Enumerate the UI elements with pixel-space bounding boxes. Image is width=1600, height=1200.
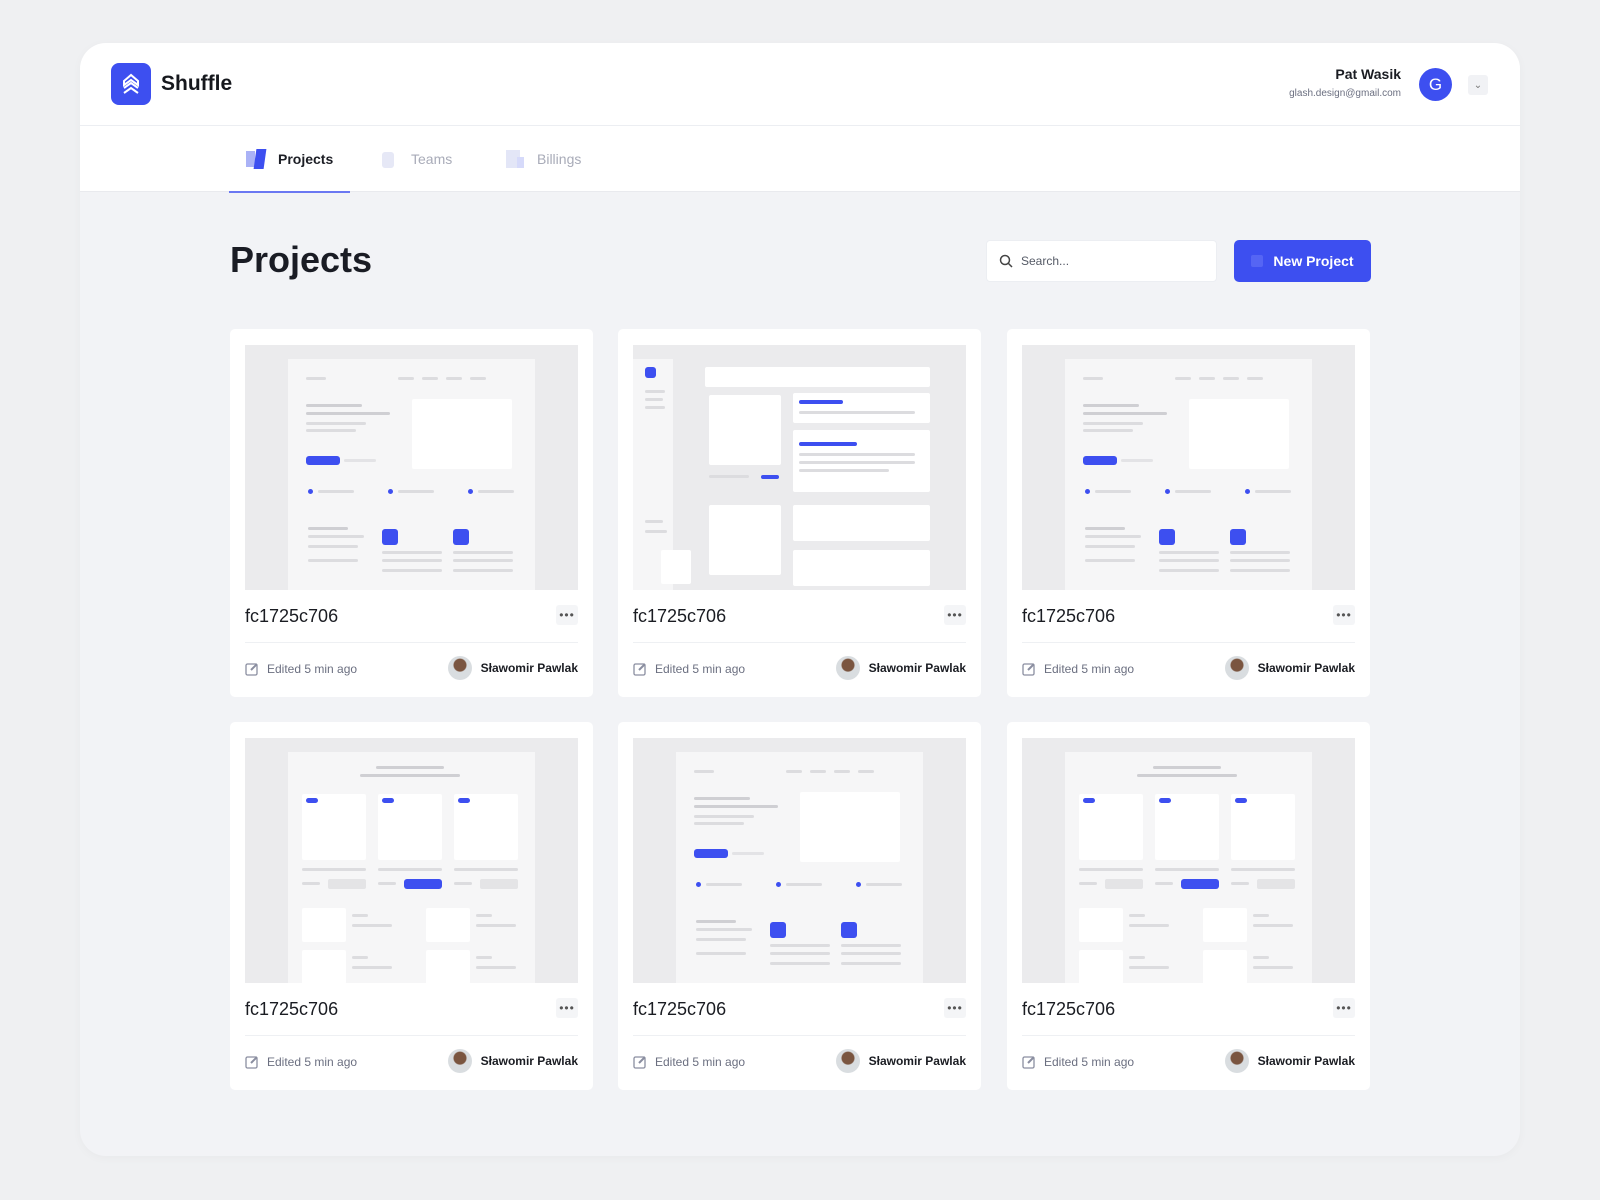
project-name[interactable]: fc1725c706 [1022, 606, 1115, 627]
project-card[interactable]: fc1725c706 ••• Edited 5 min ago Sławomir… [1007, 329, 1370, 697]
edited-info: Edited 5 min ago [245, 1055, 357, 1069]
more-options-button[interactable]: ••• [556, 605, 578, 625]
edited-time: Edited 5 min ago [655, 662, 746, 676]
divider [1022, 642, 1355, 643]
author: Sławomir Pawlak [1224, 1049, 1355, 1073]
edited-info: Edited 5 min ago [1022, 662, 1134, 676]
search-input[interactable] [1021, 254, 1201, 268]
author-avatar [1224, 1049, 1249, 1073]
tab-projects[interactable]: Projects [228, 126, 351, 193]
edit-icon [633, 1056, 646, 1069]
tab-teams[interactable]: Teams [379, 126, 452, 192]
divider [245, 642, 578, 643]
more-options-button[interactable]: ••• [556, 998, 578, 1018]
divider [245, 1035, 578, 1036]
shuffle-logo-icon[interactable] [111, 63, 151, 105]
billings-icon [505, 149, 527, 169]
author-name: Sławomir Pawlak [480, 1054, 578, 1068]
top-header: Shuffle Pat Wasik glash.design@gmail.com… [80, 43, 1520, 126]
project-name[interactable]: fc1725c706 [633, 999, 726, 1020]
author-avatar [447, 656, 472, 680]
author-avatar [835, 1049, 860, 1073]
edited-time: Edited 5 min ago [1044, 1055, 1135, 1069]
author-name: Sławomir Pawlak [480, 661, 578, 675]
author: Sławomir Pawlak [835, 656, 966, 680]
more-options-button[interactable]: ••• [944, 605, 966, 625]
author-name: Sławomir Pawlak [1257, 1054, 1355, 1068]
divider [633, 1035, 966, 1036]
app-window: Shuffle Pat Wasik glash.design@gmail.com… [80, 43, 1520, 1156]
author: Sławomir Pawlak [1224, 656, 1355, 680]
edited-time: Edited 5 min ago [267, 1055, 358, 1069]
plus-icon [1251, 255, 1264, 267]
project-card[interactable]: fc1725c706 ••• Edited 5 min ago Sławomir… [618, 329, 981, 697]
project-name[interactable]: fc1725c706 [633, 606, 726, 627]
page-title: Projects [230, 239, 373, 280]
user-info: Pat Wasik glash.design@gmail.com [1289, 66, 1401, 99]
more-options-button[interactable]: ••• [1333, 605, 1355, 625]
user-email: glash.design@gmail.com [1289, 88, 1401, 99]
author-name: Sławomir Pawlak [1257, 661, 1355, 675]
more-options-button[interactable]: ••• [1333, 998, 1355, 1018]
author-name: Sławomir Pawlak [868, 1054, 966, 1068]
new-project-label: New Project [1273, 253, 1354, 269]
divider [1022, 1035, 1355, 1036]
tab-label: Teams [411, 151, 453, 167]
user-avatar[interactable]: G [1419, 68, 1452, 101]
teams-icon [379, 149, 401, 169]
project-thumbnail[interactable] [633, 738, 966, 983]
project-name[interactable]: fc1725c706 [1022, 999, 1115, 1020]
project-card[interactable]: fc1725c706 ••• Edited 5 min ago Sławomir… [618, 722, 981, 1090]
tab-label: Billings [537, 151, 582, 167]
user-name: Pat Wasik [1335, 66, 1401, 82]
edit-icon [633, 663, 646, 676]
new-project-button[interactable]: New Project [1234, 240, 1371, 282]
project-card[interactable]: fc1725c706 ••• Edited 5 min ago Sławomir… [230, 329, 593, 697]
edited-info: Edited 5 min ago [1022, 1055, 1134, 1069]
edit-icon [1022, 663, 1035, 676]
author-name: Sławomir Pawlak [868, 661, 966, 675]
search-box[interactable] [986, 240, 1217, 282]
author-avatar [835, 656, 860, 680]
tab-label: Projects [278, 151, 334, 167]
project-thumbnail[interactable] [245, 738, 578, 983]
edit-icon [245, 663, 258, 676]
author-avatar [1224, 656, 1249, 680]
divider [633, 642, 966, 643]
project-thumbnail[interactable] [245, 345, 578, 590]
edited-info: Edited 5 min ago [245, 662, 357, 676]
edited-info: Edited 5 min ago [633, 662, 745, 676]
project-card[interactable]: fc1725c706 ••• Edited 5 min ago Sławomir… [1007, 722, 1370, 1090]
edited-time: Edited 5 min ago [1044, 662, 1135, 676]
edited-info: Edited 5 min ago [633, 1055, 745, 1069]
tab-billings[interactable]: Billings [505, 126, 581, 192]
author: Sławomir Pawlak [447, 656, 578, 680]
chevron-down-icon[interactable]: ⌄ [1468, 75, 1488, 95]
search-icon [999, 254, 1013, 268]
project-thumbnail[interactable] [1022, 345, 1355, 590]
more-options-button[interactable]: ••• [944, 998, 966, 1018]
edit-icon [1022, 1056, 1035, 1069]
project-name[interactable]: fc1725c706 [245, 606, 338, 627]
nav-tabs: Projects Teams Billings [80, 126, 1520, 193]
edit-icon [245, 1056, 258, 1069]
app-name: Shuffle [161, 72, 233, 95]
project-name[interactable]: fc1725c706 [245, 999, 338, 1020]
project-card[interactable]: fc1725c706 ••• Edited 5 min ago Sławomir… [230, 722, 593, 1090]
author-avatar [447, 1049, 472, 1073]
author: Sławomir Pawlak [835, 1049, 966, 1073]
project-thumbnail[interactable] [633, 345, 966, 590]
edited-time: Edited 5 min ago [655, 1055, 746, 1069]
project-thumbnail[interactable] [1022, 738, 1355, 983]
edited-time: Edited 5 min ago [267, 662, 358, 676]
author: Sławomir Pawlak [447, 1049, 578, 1073]
projects-icon [246, 149, 268, 169]
